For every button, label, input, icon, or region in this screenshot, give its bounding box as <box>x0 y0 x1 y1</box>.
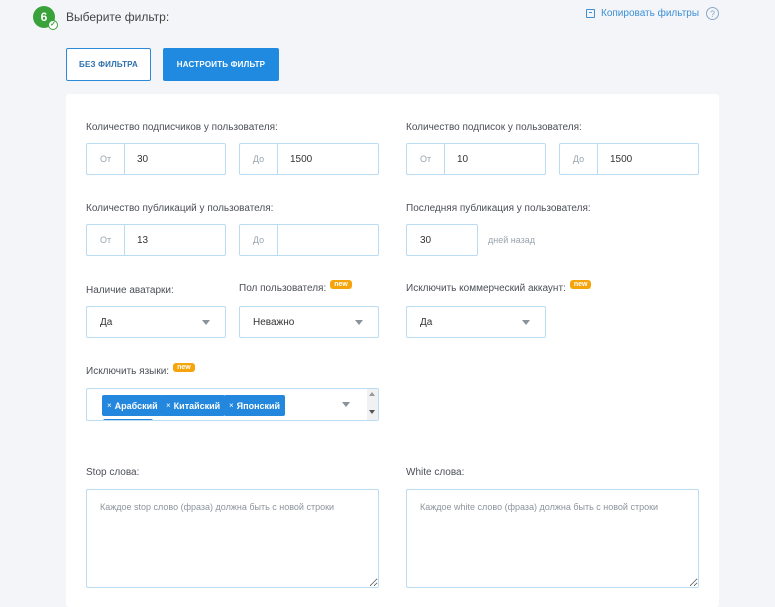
exclude-commercial-label-row: Исключить коммерческий аккаунт: new <box>406 280 592 294</box>
check-icon: ✓ <box>48 20 58 30</box>
white-words-label: White слова: <box>406 467 465 478</box>
gender-select[interactable]: Неважно <box>239 306 379 338</box>
no-filter-button[interactable]: БЕЗ ФИЛЬТРА <box>66 48 151 81</box>
following-from-field[interactable]: От 10 <box>406 143 546 175</box>
language-tag: × Японский <box>224 395 286 416</box>
posts-to-value[interactable] <box>278 225 378 255</box>
posts-label: Количество публикаций у пользователя: <box>86 203 274 214</box>
following-from-value[interactable]: 10 <box>445 144 545 174</box>
following-to-value[interactable]: 1500 <box>598 144 698 174</box>
new-badge: new <box>569 280 592 289</box>
posts-from-field[interactable]: От 13 <box>86 224 226 256</box>
followers-to-value[interactable]: 1500 <box>278 144 378 174</box>
to-prefix: До <box>560 144 598 174</box>
configure-filter-button[interactable]: НАСТРОИТЬ ФИЛЬТР <box>163 48 279 81</box>
caret-down-icon <box>522 320 530 325</box>
white-words-textarea[interactable] <box>406 489 699 588</box>
multiselect-scrollbar[interactable] <box>367 389 378 420</box>
copy-filters-label: Копировать фильтры <box>601 8 700 19</box>
last-post-days-input[interactable]: 30 <box>406 224 478 256</box>
exclude-languages-label: Исключить языки: <box>86 366 170 377</box>
new-badge: new <box>330 280 352 289</box>
gender-label: Пол пользователя: <box>239 283 327 294</box>
gender-select-value: Неважно <box>253 316 295 328</box>
followers-from-field[interactable]: От 30 <box>86 143 226 175</box>
scroll-down-icon[interactable] <box>369 410 375 414</box>
last-post-suffix: дней назад <box>488 235 536 245</box>
remove-tag-icon[interactable]: × <box>166 401 171 410</box>
followers-from-value[interactable]: 30 <box>125 144 225 174</box>
stop-words-label: Stop слова: <box>86 467 140 478</box>
exclude-commercial-label: Исключить коммерческий аккаунт: <box>406 283 566 294</box>
avatar-select[interactable]: Да <box>86 306 226 338</box>
stop-words-textarea[interactable] <box>86 489 379 588</box>
caret-down-icon[interactable] <box>342 402 350 407</box>
posts-from-value[interactable]: 13 <box>125 225 225 255</box>
remove-tag-icon[interactable]: × <box>229 401 234 410</box>
exclude-languages-multiselect[interactable]: × Арабский × Китайский × Японский <box>86 388 379 421</box>
step-number-badge: 6 ✓ <box>33 6 58 30</box>
caret-down-icon <box>355 320 363 325</box>
exclude-commercial-select[interactable]: Да <box>406 306 546 338</box>
following-to-field[interactable]: До 1500 <box>559 143 699 175</box>
exclude-commercial-value: Да <box>420 316 433 328</box>
step-number: 6 <box>40 10 48 24</box>
language-tag: × Арабский <box>102 395 163 416</box>
avatar-select-value: Да <box>100 316 113 328</box>
followers-label: Количество подписчиков у пользователя: <box>86 122 278 133</box>
step-title: Выберите фильтр: <box>66 10 170 24</box>
new-badge: new <box>173 363 195 372</box>
copy-filters-link[interactable]: Копировать фильтры <box>586 8 699 19</box>
to-prefix: До <box>240 225 278 255</box>
from-prefix: От <box>407 144 445 174</box>
from-prefix: От <box>87 144 125 174</box>
language-tag: × Китайский <box>161 395 226 416</box>
followers-to-field[interactable]: До 1500 <box>239 143 379 175</box>
gender-label-row: Пол пользователя: new <box>239 280 352 294</box>
scroll-up-icon[interactable] <box>369 392 375 396</box>
language-tag-label: Арабский <box>114 400 158 411</box>
to-prefix: До <box>240 144 278 174</box>
language-tag-label: Китайский <box>173 400 221 411</box>
exclude-languages-label-row: Исключить языки: new <box>86 363 195 377</box>
avatar-label: Наличие аватарки: <box>86 285 174 296</box>
overflow-tag <box>103 419 153 420</box>
caret-down-icon <box>202 320 210 325</box>
from-prefix: От <box>87 225 125 255</box>
last-post-label: Последняя публикация у пользователя: <box>406 203 591 214</box>
posts-to-field[interactable]: До <box>239 224 379 256</box>
copy-icon <box>586 9 595 18</box>
remove-tag-icon[interactable]: × <box>107 401 112 410</box>
help-icon[interactable]: ? <box>706 7 719 20</box>
language-tag-label: Японский <box>236 400 281 411</box>
following-label: Количество подписок у пользователя: <box>406 122 582 133</box>
